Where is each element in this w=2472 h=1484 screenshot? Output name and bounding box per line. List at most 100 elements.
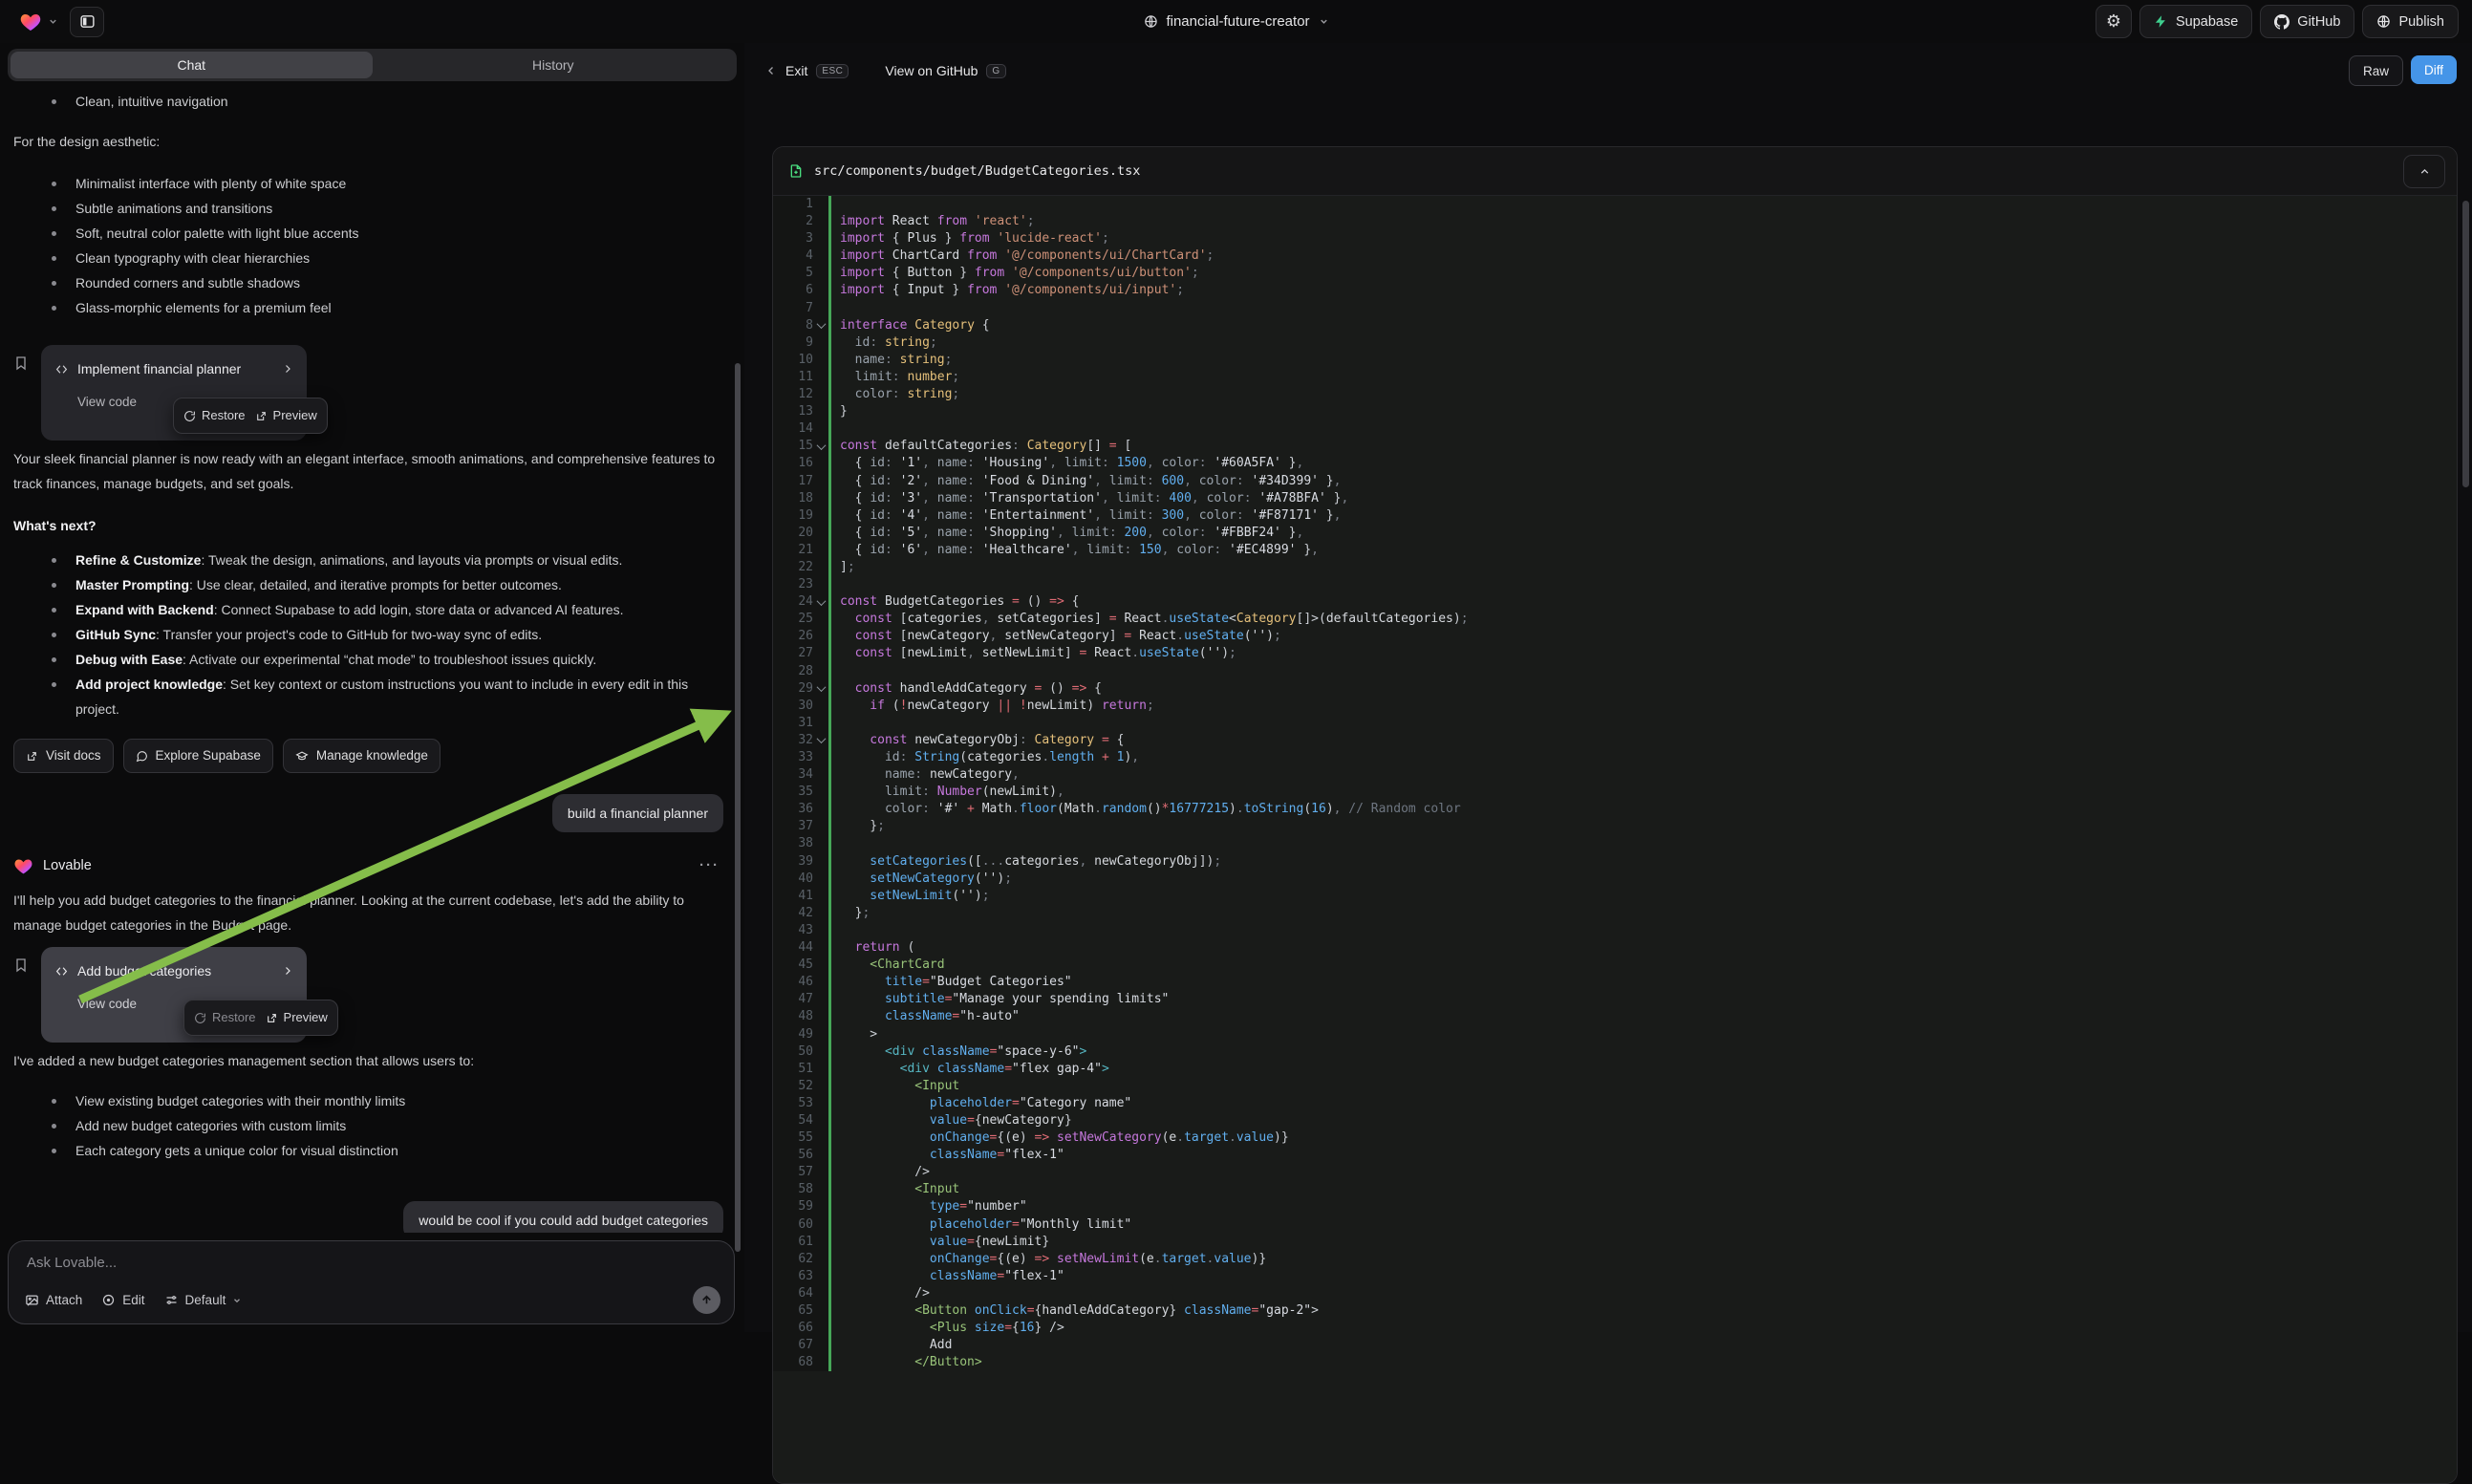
code-line: 1 <box>773 196 2457 213</box>
code-line: 21 { id: '6', name: 'Healthcare', limit:… <box>773 542 2457 559</box>
chat-scrollbar[interactable] <box>735 363 741 1252</box>
publish-globe-icon <box>2376 14 2391 29</box>
code-line: 34 name: newCategory, <box>773 766 2457 784</box>
collapse-file-button[interactable] <box>2403 155 2445 188</box>
code-line: 6import { Input } from '@/components/ui/… <box>773 282 2457 299</box>
code-line: 20 { id: '5', name: 'Shopping', limit: 2… <box>773 525 2457 542</box>
supabase-button[interactable]: Supabase <box>2139 5 2252 38</box>
code-line: 65 <Button onClick={handleAddCategory} c… <box>773 1302 2457 1320</box>
project-switcher[interactable]: financial-future-creator <box>1143 13 1328 30</box>
settings-button[interactable]: ⚙ <box>2096 5 2132 38</box>
chevron-right-icon[interactable] <box>282 965 293 977</box>
list-item: Minimalist interface with plenty of whit… <box>13 171 723 196</box>
external-link-icon <box>26 750 38 763</box>
raw-toggle-button[interactable]: Raw <box>2349 55 2403 86</box>
exit-button[interactable]: Exit ESC <box>765 63 849 78</box>
version-title: Add budget categories <box>77 958 273 983</box>
manage-knowledge-button[interactable]: Manage knowledge <box>283 739 441 773</box>
chat-input[interactable] <box>25 1254 724 1272</box>
code-line: 16 { id: '1', name: 'Housing', limit: 15… <box>773 455 2457 472</box>
explore-supabase-button[interactable]: Explore Supabase <box>123 739 273 773</box>
version-actions: Restore Preview <box>173 398 328 434</box>
more-menu-button[interactable]: ··· <box>699 853 720 878</box>
supabase-bolt-icon <box>2154 14 2168 29</box>
bookmark-icon[interactable] <box>13 957 29 1043</box>
code-line: 67 Add <box>773 1337 2457 1354</box>
tab-history[interactable]: History <box>373 52 735 78</box>
fold-chevron-icon[interactable] <box>816 682 826 692</box>
restore-button[interactable]: Restore <box>194 1005 256 1030</box>
help-paragraph: I'll help you add budget categories to t… <box>13 888 723 937</box>
project-name: financial-future-creator <box>1166 13 1309 30</box>
visit-docs-button[interactable]: Visit docs <box>13 739 114 773</box>
edit-target-icon <box>101 1293 116 1307</box>
restore-icon <box>194 1012 206 1024</box>
code-line: 22]; <box>773 559 2457 576</box>
code-line: 13} <box>773 403 2457 420</box>
preview-icon <box>255 410 268 422</box>
code-line: 53 placeholder="Category name" <box>773 1095 2457 1112</box>
list-item: Clean, intuitive navigation <box>13 89 723 114</box>
code-icon <box>54 965 69 978</box>
attach-button[interactable]: Attach <box>25 1293 82 1307</box>
list-item: Master Prompting: Use clear, detailed, a… <box>13 572 723 597</box>
user-message: build a financial planner <box>552 794 723 832</box>
code-line: 61 value={newLimit} <box>773 1234 2457 1251</box>
view-on-github-button[interactable]: View on GitHub G <box>885 63 1005 78</box>
list-item: Rounded corners and subtle shadows <box>13 270 723 295</box>
file-header[interactable]: src/components/budget/BudgetCategories.t… <box>773 147 2457 196</box>
code-panel: Exit ESC View on GitHub G Raw Diff src/c… <box>744 43 2472 1332</box>
chat-message-list[interactable]: Clean, intuitive navigation For the desi… <box>0 81 744 1233</box>
code-line: 3import { Plus } from 'lucide-react'; <box>773 230 2457 247</box>
fold-chevron-icon[interactable] <box>816 319 826 329</box>
code-editor[interactable]: 12import React from 'react';3import { Pl… <box>773 196 2457 1483</box>
lovable-heart-icon <box>19 11 42 33</box>
code-line: 9 id: string; <box>773 334 2457 352</box>
code-line: 50 <div className="space-y-6"> <box>773 1043 2457 1061</box>
preview-button[interactable]: Preview <box>266 1005 328 1030</box>
fold-chevron-icon[interactable] <box>816 596 826 606</box>
chevron-up-icon <box>2418 165 2431 178</box>
chevron-down-icon <box>232 1296 242 1305</box>
mode-selector[interactable]: Default <box>164 1293 243 1307</box>
send-up-icon <box>700 1294 713 1306</box>
tab-chat[interactable]: Chat <box>11 52 373 78</box>
chevron-right-icon[interactable] <box>282 363 293 375</box>
chevron-down-icon <box>48 16 58 27</box>
edit-button[interactable]: Edit <box>101 1293 144 1307</box>
code-line: 52 <Input <box>773 1078 2457 1095</box>
restore-button[interactable]: Restore <box>183 403 246 428</box>
version-card-wrapper: Add budget categories View code Restore <box>13 947 723 1043</box>
bookmark-icon[interactable] <box>13 355 29 441</box>
list-item: GitHub Sync: Transfer your project's cod… <box>13 622 723 647</box>
diff-toggle-button[interactable]: Diff <box>2411 55 2457 84</box>
code-line: 27 const [newLimit, setNewLimit] = React… <box>773 645 2457 662</box>
gear-icon: ⚙ <box>2106 11 2121 32</box>
code-line: 33 id: String(categories.length + 1), <box>773 749 2457 766</box>
fold-chevron-icon[interactable] <box>816 441 826 450</box>
code-line: 38 <box>773 835 2457 852</box>
code-header: Exit ESC View on GitHub G Raw Diff <box>744 43 2472 98</box>
github-button[interactable]: GitHub <box>2260 5 2354 38</box>
assistant-name: Lovable <box>43 853 92 878</box>
lovable-menu[interactable] <box>19 11 58 33</box>
preview-button[interactable]: Preview <box>255 403 317 428</box>
fold-chevron-icon[interactable] <box>816 735 826 744</box>
user-message: would be cool if you could add budget ca… <box>403 1201 723 1233</box>
code-line: 66 <Plus size={16} /> <box>773 1320 2457 1337</box>
code-line: 42 }; <box>773 905 2457 922</box>
code-line: 40 setNewCategory(''); <box>773 871 2457 888</box>
send-button[interactable] <box>693 1286 720 1314</box>
code-line: 26 const [newCategory, setNewCategory] =… <box>773 628 2457 645</box>
quick-actions-row: Visit docs Explore Supabase Manage knowl… <box>13 739 723 773</box>
intro-list: Clean, intuitive navigation <box>13 89 723 114</box>
publish-button[interactable]: Publish <box>2362 5 2459 38</box>
list-item: Glass-morphic elements for a premium fee… <box>13 295 723 320</box>
code-line: 2import React from 'react'; <box>773 213 2457 230</box>
toggle-sidebar-button[interactable] <box>70 7 104 37</box>
code-line: 51 <div className="flex gap-4"> <box>773 1061 2457 1078</box>
code-scrollbar[interactable] <box>2462 201 2469 487</box>
assistant-header: Lovable ··· <box>13 853 723 878</box>
code-line: 30 if (!newCategory || !newLimit) return… <box>773 698 2457 715</box>
code-line: 23 <box>773 576 2457 593</box>
